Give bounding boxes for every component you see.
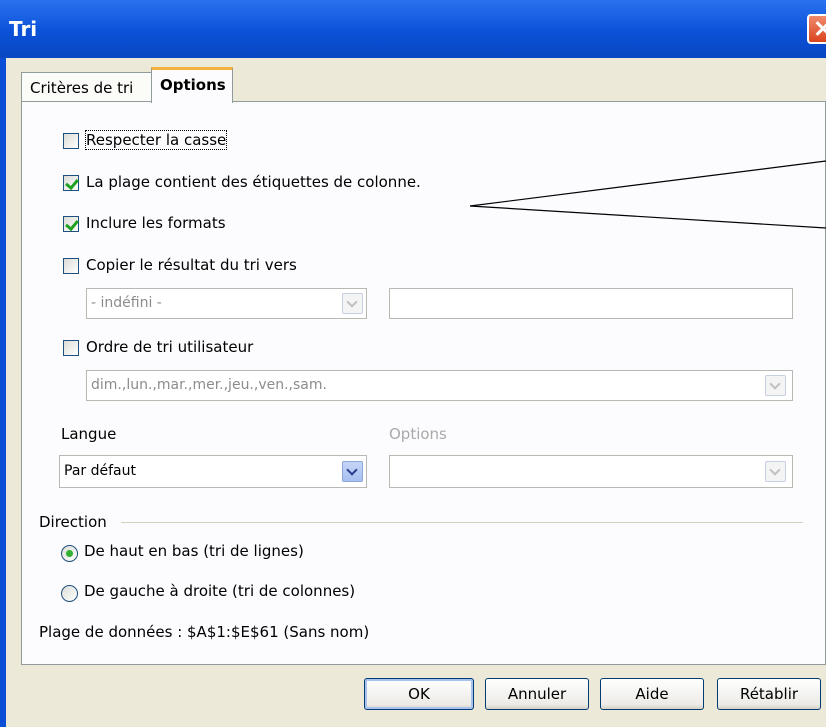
tab-options[interactable]: Options (151, 67, 233, 103)
sort-dialog: Tri Critères de tri Options Respecter la… (0, 0, 826, 727)
reset-button[interactable]: Rétablir (717, 678, 821, 710)
ok-button[interactable]: OK (364, 678, 474, 710)
tab-options-label: Options (160, 76, 226, 94)
cancel-button[interactable]: Annuler (485, 678, 589, 710)
annotation-callout (469, 160, 826, 229)
help-button[interactable]: Aide (600, 678, 704, 710)
